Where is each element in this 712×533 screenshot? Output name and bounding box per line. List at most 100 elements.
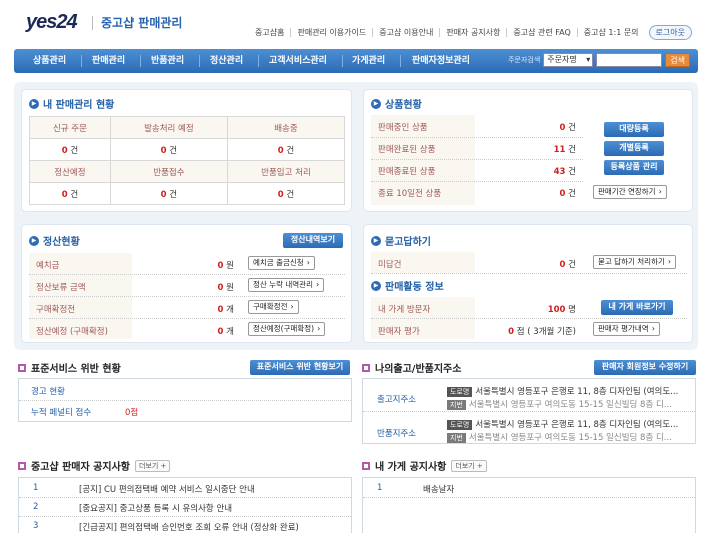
chevron-right-icon: › (658, 187, 662, 196)
return-road-address: 도로명 서울특별시 영등포구 은행로 11, 8층 디자인팀 (여의도... (447, 418, 678, 430)
top-link-faq[interactable]: 중고샵 관련 FAQ (507, 28, 578, 37)
row-divider (29, 274, 345, 275)
row-divider (371, 318, 687, 319)
violation-heading: 표준서비스 위반 현황 (18, 360, 121, 375)
qna-heading: ▶ 묻고답하기 (371, 233, 431, 248)
value-ship-pending[interactable]: 0 건 (109, 138, 228, 161)
play-icon: ▶ (371, 280, 381, 291)
row-divider (19, 400, 351, 401)
warning-status-link[interactable]: 경고 현황 (31, 385, 65, 397)
menu-settlement[interactable]: 정산관리 (210, 49, 260, 73)
manage-products-button[interactable]: 등록상품 관리 (604, 160, 664, 175)
edit-seller-info-button[interactable]: 판매자 회원정보 수정하기 (594, 360, 696, 375)
bulk-register-button[interactable]: 대량등록 (604, 122, 664, 137)
menu-seller-info[interactable]: 판매자정보관리 (412, 49, 470, 73)
menu-returns[interactable]: 반품관리 (151, 49, 201, 73)
violation-title: 표준서비스 위반 현황 (31, 364, 121, 375)
play-icon: ▶ (29, 235, 39, 246)
row-divider (19, 497, 351, 498)
header-new-order: 신규 주문 (29, 116, 111, 139)
menu-product[interactable]: 상품관리 (33, 49, 83, 73)
single-register-button[interactable]: 개별등록 (604, 141, 664, 156)
row-divider (371, 181, 583, 182)
extend-period-button[interactable]: 판매기간 연장하기 › (593, 185, 667, 199)
sales-status-heading: ▶ 내 판매관리 현황 (29, 96, 114, 111)
top-link-home[interactable]: 중고샵홈 (249, 28, 292, 37)
label-deposit: 예치금 (36, 261, 60, 271)
label-visitors: 내 가게 방문자 (378, 305, 431, 315)
store-notice-more-button[interactable]: 더보기 + (451, 459, 487, 472)
penalty-score-value: 0점 (125, 408, 139, 418)
square-bullet-icon (18, 461, 26, 470)
order-search: 주문자검색 주문자명 검색 (508, 53, 690, 67)
value-ending-soon[interactable]: 0 건 (484, 187, 576, 199)
header-ship-pending: 발송처리 예정 (109, 116, 228, 139)
yes24-logo[interactable]: yes24 (26, 11, 78, 34)
settlement-heading: ▶ 정산현황 (29, 233, 80, 248)
value-before-confirm: 0 개 (217, 305, 234, 315)
value-new-order[interactable]: 0 건 (29, 138, 111, 161)
order-search-button[interactable]: 검색 (665, 53, 690, 67)
settlement-panel: ▶ 정산현황 정산내역보기 예치금 0 원 예치금 출금신청 › 정산보류 금액 … (21, 224, 352, 343)
play-icon: ▶ (371, 235, 381, 246)
row-divider (29, 296, 345, 297)
value-return-received[interactable]: 0 건 (109, 182, 228, 205)
violation-box: 경고 현황 누적 페널티 점수 0점 (18, 378, 352, 422)
row-divider (371, 137, 583, 138)
activity-heading: ▶ 판매활동 정보 (371, 278, 444, 293)
seller-notice-list: 1 [공지] CU 편의점택배 예약 서비스 일시중단 안내 2 [중요공지] 중고… (18, 477, 352, 533)
rating-history-button[interactable]: 판매자 평가내역 › (593, 322, 660, 336)
top-link-inquiry[interactable]: 중고샵 1:1 문의 (578, 28, 645, 37)
qna-process-button[interactable]: 묻고 답하기 처리하기 › (593, 255, 677, 269)
missing-settlement-button[interactable]: 정산 누락 내역관리 › (248, 278, 325, 292)
value-return-processing[interactable]: 0 건 (226, 182, 346, 205)
settle-confirmed-button[interactable]: 정산예정(구매확정) › (248, 322, 326, 336)
value-held-amount: 0 원 (217, 283, 234, 293)
header-settle-pending: 정산예정 (29, 160, 111, 183)
value-ended[interactable]: 43 건 (484, 165, 576, 177)
order-search-input[interactable] (596, 53, 663, 67)
chevron-right-icon: › (651, 324, 655, 333)
header-divider (92, 16, 93, 30)
sales-status-title: 내 판매관리 현황 (43, 100, 115, 111)
value-settle-pending[interactable]: 0 건 (29, 182, 111, 205)
value-sold[interactable]: 11 건 (484, 143, 576, 155)
menu-customer-service[interactable]: 고객서비스관리 (269, 49, 343, 73)
label-settle-confirmed: 정산예정 (구매확정) (36, 327, 108, 337)
value-visitors: 100 명 (547, 305, 576, 315)
menu-store[interactable]: 가게관리 (352, 49, 402, 73)
sales-status-panel: ▶ 내 판매관리 현황 신규 주문 발송처리 예정 배송중 0 건 0 건 0 … (21, 89, 352, 212)
sales-status-table: 신규 주문 발송처리 예정 배송중 0 건 0 건 0 건 정산예정 반품접수 … (29, 116, 346, 205)
top-link-usage[interactable]: 중고샵 이용안내 (373, 28, 441, 37)
settlement-history-button[interactable]: 정산내역보기 (283, 233, 343, 248)
value-shipping[interactable]: 0 건 (226, 138, 346, 161)
before-confirm-button[interactable]: 구매확정전 › (248, 300, 299, 314)
label-before-confirm: 구매확정전 (36, 305, 76, 315)
deposit-withdraw-button[interactable]: 예치금 출금신청 › (248, 256, 315, 270)
return-lot-address: 지번 서울특별시 영등포구 여의도동 15-15 일신빌딩 8층 디... (447, 431, 672, 443)
seller-notice-more-button[interactable]: 더보기 + (134, 459, 171, 472)
header-return-received: 반품접수 (109, 160, 228, 183)
top-link-seller-notice[interactable]: 판매자 공지사항 (440, 28, 508, 37)
logout-button[interactable]: 로그아웃 (648, 25, 692, 40)
violation-status-button[interactable]: 표준서비스 위반 현황보기 (250, 360, 350, 375)
chevron-right-icon: › (290, 302, 294, 311)
menu-sales[interactable]: 판매관리 (92, 49, 142, 73)
main-menu-bar: 상품관리 판매관리 반품관리 정산관리 고객서비스관리 가게관리 판매자정보관리… (14, 49, 698, 73)
go-to-store-button[interactable]: 내 가게 바로가기 (601, 300, 673, 315)
value-on-sale[interactable]: 0 건 (484, 121, 576, 133)
qna-title: 묻고답하기 (385, 237, 431, 248)
road-tag: 도로명 (447, 387, 473, 397)
header-shipping: 배송중 (226, 116, 346, 139)
order-search-select[interactable]: 주문자명 (543, 53, 594, 67)
value-deposit: 0 원 (217, 261, 234, 271)
penalty-score-label: 누적 페널티 점수 (31, 408, 92, 418)
row-divider (363, 411, 695, 412)
value-unanswered: 0 건 (559, 260, 576, 270)
page-title: 중고샵 판매관리 (101, 16, 183, 30)
ship-address-label: 출고지주소 (377, 395, 417, 405)
row-divider (371, 159, 583, 160)
label-unanswered: 미답건 (378, 260, 402, 270)
top-link-guide[interactable]: 판매관리 이용가이드 (291, 28, 374, 37)
chevron-right-icon: › (306, 258, 310, 267)
